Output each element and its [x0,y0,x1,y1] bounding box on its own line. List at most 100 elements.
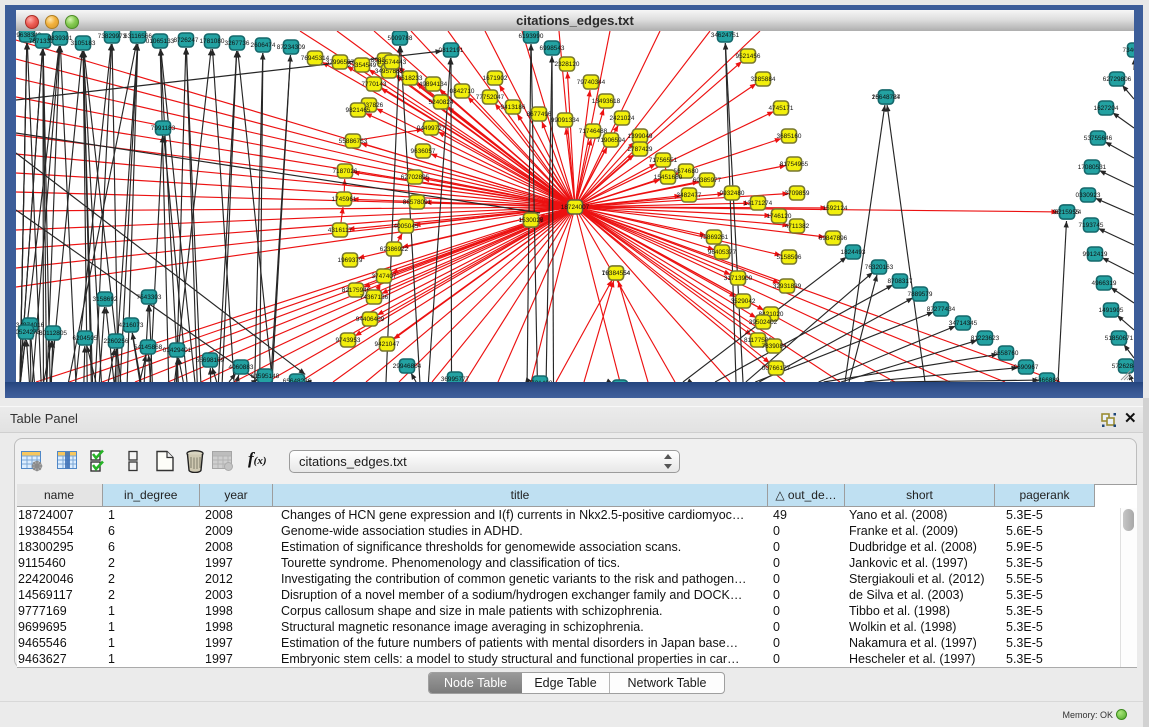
svg-text:16648784: 16648784 [872,94,901,101]
svg-text:55886753: 55886753 [339,138,368,145]
svg-text:31713900: 31713900 [724,275,753,282]
svg-text:62702895: 62702895 [401,174,430,181]
svg-text:19384554: 19384554 [602,270,631,277]
svg-text:57262849: 57262849 [1112,363,1134,370]
svg-text:4711382: 4711382 [785,223,810,230]
svg-text:69847896: 69847896 [819,235,848,242]
svg-text:6690967: 6690967 [1014,364,1039,371]
svg-text:2787429: 2787429 [628,146,653,153]
svg-text:3267736: 3267736 [225,40,250,47]
svg-text:62729806: 62729806 [1103,76,1132,83]
svg-text:9413186: 9413186 [501,104,526,111]
svg-text:9636057: 9636057 [411,148,436,155]
svg-text:1491905: 1491905 [1099,307,1124,314]
svg-text:0932480: 0932480 [720,190,745,197]
svg-text:2260256: 2260256 [104,338,129,345]
svg-text:2606474: 2606474 [251,42,276,49]
svg-text:1824493: 1824493 [841,249,866,256]
svg-text:1671902: 1671902 [483,75,508,82]
svg-text:3285884: 3285884 [751,76,776,83]
svg-text:73829973: 73829973 [98,33,127,40]
svg-text:0842710: 0842710 [450,88,475,95]
svg-text:1781080: 1781080 [200,38,225,45]
svg-text:1746120: 1746120 [767,213,792,220]
svg-text:32931839: 32931839 [773,283,802,290]
svg-text:34714345: 34714345 [949,320,978,327]
svg-text:36995777: 36995777 [441,376,470,382]
svg-text:8677496: 8677496 [527,111,552,118]
svg-text:7346706: 7346706 [1123,47,1134,54]
svg-text:94406409: 94406409 [356,316,385,323]
svg-text:71906594: 71906594 [597,137,626,144]
svg-text:54145868: 54145868 [134,344,163,351]
svg-text:4745171: 4745171 [769,105,794,112]
svg-text:5158506: 5158506 [777,254,802,261]
svg-text:39502402: 39502402 [749,319,778,326]
svg-text:99091334: 99091334 [551,117,580,124]
svg-text:9521456: 9521456 [736,53,761,60]
svg-text:71756551: 71756551 [649,157,678,164]
svg-text:13171274: 13171274 [744,200,773,207]
svg-text:1530027: 1530027 [519,217,544,224]
svg-text:6658760: 6658760 [994,350,1019,357]
svg-text:51850671: 51850671 [1105,335,1134,342]
svg-text:1399049: 1399049 [628,133,653,140]
svg-text:49894134: 49894134 [419,81,448,88]
svg-text:6204505: 6204505 [73,335,98,342]
svg-text:04499727: 04499727 [417,125,446,132]
svg-text:3105183: 3105183 [71,40,96,47]
svg-text:6193990: 6193990 [519,33,544,40]
svg-text:3529042: 3529042 [731,298,756,305]
svg-text:01429401: 01429401 [163,347,192,354]
svg-text:87234309: 87234309 [277,44,306,51]
svg-text:55698169: 55698169 [196,357,225,364]
svg-text:1745961: 1745961 [332,196,357,203]
svg-text:7839084: 7839084 [762,343,787,350]
svg-text:76320163: 76320163 [865,264,894,271]
svg-text:3685160: 3685160 [777,133,802,140]
svg-text:13493618: 13493618 [592,98,621,105]
svg-text:5466889: 5466889 [1035,377,1060,382]
svg-text:1592124: 1592124 [823,205,848,212]
svg-text:71746488: 71746488 [579,128,608,135]
svg-text:7991183: 7991183 [151,125,176,132]
svg-text:81223623: 81223623 [971,335,1000,342]
svg-text:80112805: 80112805 [39,330,67,337]
svg-text:9821465: 9821465 [346,107,371,114]
svg-text:61595148: 61595148 [251,373,280,380]
svg-text:17080531: 17080531 [1078,164,1107,171]
svg-text:3482477: 3482477 [677,192,702,199]
svg-text:1627204: 1627204 [1094,105,1119,112]
svg-text:62386922: 62386922 [380,246,409,253]
svg-text:8721489: 8721489 [528,380,553,382]
svg-text:74367136: 74367136 [360,294,389,301]
svg-text:00766177: 00766177 [762,365,791,372]
svg-text:79740344: 79740344 [577,79,606,86]
svg-text:9743953: 9743953 [336,337,361,344]
svg-text:4966319: 4966319 [1092,280,1117,287]
svg-text:7770143: 7770143 [362,81,387,88]
svg-text:65648236: 65648236 [283,378,312,382]
svg-text:15451680: 15451680 [654,174,683,181]
svg-text:6998543: 6998543 [540,45,565,52]
svg-text:75869261: 75869261 [700,234,729,241]
svg-text:01065133: 01065133 [146,38,175,45]
svg-text:5240824: 5240824 [429,99,454,106]
svg-text:4316117: 4316117 [328,227,353,234]
svg-text:7543303: 7543303 [137,294,162,301]
svg-text:18724007: 18724007 [561,204,590,211]
svg-text:3158692: 3158692 [93,296,118,303]
svg-text:4216073: 4216073 [119,322,144,329]
svg-text:34624751: 34624751 [711,32,740,39]
svg-text:77752047: 77752047 [476,94,505,101]
svg-text:00524278: 00524278 [16,329,41,336]
svg-text:3747407: 3747407 [372,273,397,280]
svg-text:5009788: 5009788 [388,35,413,42]
svg-text:29946804: 29946804 [393,363,422,370]
svg-text:9839301: 9839301 [48,35,73,42]
svg-text:7187026: 7187026 [333,168,358,175]
svg-text:2421024: 2421024 [610,115,635,122]
svg-text:2328120: 2328120 [555,61,580,68]
svg-text:3215955: 3215955 [1055,209,1080,216]
svg-text:53755646: 53755646 [1084,135,1113,142]
